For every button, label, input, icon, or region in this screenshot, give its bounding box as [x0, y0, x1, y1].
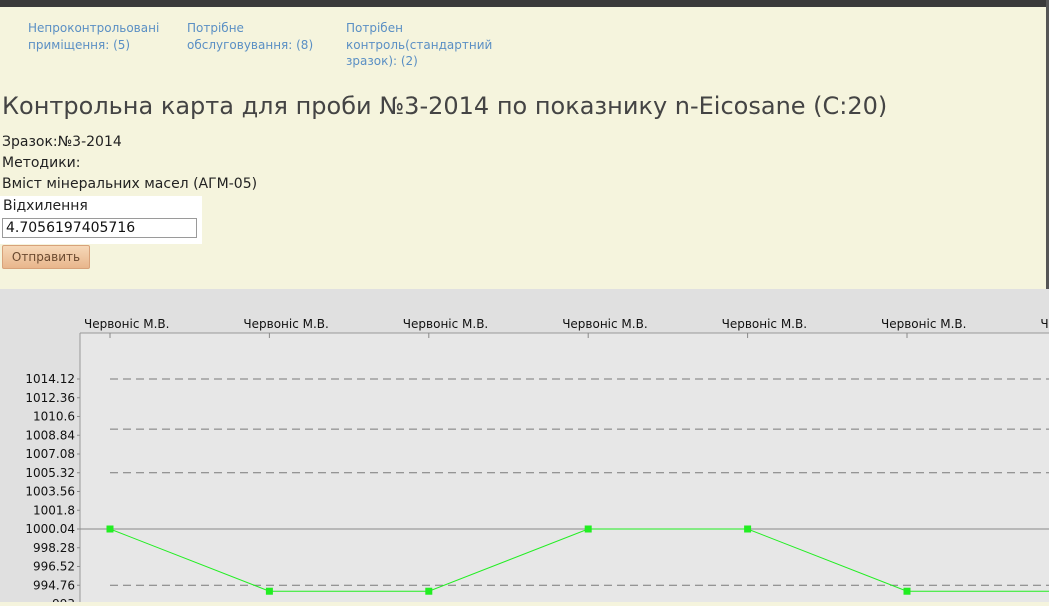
nav-link-line: приміщення: (5) — [28, 37, 131, 52]
x-category-label: Червоніс М.В. — [84, 317, 169, 331]
control-chart-svg: 1014.12 1012.36 1010.6 1008.84 1007.08 1005.3… — [25, 317, 1049, 606]
nav-link-standard-control[interactable]: Потрібен контроль(стандартний зразок): (… — [346, 20, 492, 70]
nav-link-line: Непроконтрольовані — [28, 21, 160, 35]
x-category-label: Червоніс М.В. — [562, 317, 647, 331]
control-chart: 1014.12 1012.36 1010.6 1008.84 1007.08 1005.3… — [0, 289, 1049, 606]
deviation-input[interactable] — [2, 218, 197, 238]
deviation-label: Відхилення — [3, 198, 88, 214]
y-tick-label: 993 — [52, 597, 75, 602]
y-tick-label: 1005.32 — [25, 466, 75, 480]
submit-button[interactable]: Отправить — [2, 245, 90, 269]
y-tick-label: 1014.12 — [25, 372, 75, 386]
deviation-form: Відхилення — [0, 196, 202, 244]
nav-link-line: контроль(стандартний — [346, 37, 493, 52]
x-category-label: Червоніс М.В. — [881, 317, 966, 331]
data-point — [584, 525, 592, 533]
y-tick-label: 1010.6 — [33, 410, 75, 424]
methods-label: Методики: — [2, 155, 81, 171]
nav-link-line: Потрібне — [187, 21, 244, 35]
nav-link-line: обслуговування: (8) — [187, 37, 314, 52]
y-tick-label: 994.76 — [33, 578, 75, 592]
page-title: Контрольна карта для проби №3-2014 по по… — [2, 92, 888, 120]
data-point — [744, 525, 752, 533]
top-bar — [0, 0, 1049, 7]
data-point — [903, 587, 911, 595]
nav-link-uncontrolled-rooms[interactable]: Непроконтрольовані приміщення: (5) — [28, 20, 159, 53]
y-tick-label: 1008.84 — [25, 428, 75, 442]
y-tick-label: 996.52 — [33, 560, 75, 574]
x-category-label: Червоніс М.В. — [403, 317, 488, 331]
nav-link-line: зразок): (2) — [346, 54, 418, 68]
x-category-label: Червоніс М.В. — [243, 317, 328, 331]
x-category-label: Червоніс М.В. — [722, 317, 807, 331]
data-point — [106, 525, 114, 533]
y-tick-label: 1000.04 — [25, 522, 75, 536]
y-tick-label: 1007.08 — [25, 447, 75, 461]
sample-text: Зразок:№3-2014 — [2, 134, 122, 150]
y-tick-label: 998.28 — [33, 541, 75, 555]
data-point — [265, 587, 273, 595]
method-text: Вміст мінеральних масел (АГМ-05) — [2, 176, 258, 192]
nav-link-maintenance[interactable]: Потрібне обслуговування: (8) — [187, 20, 313, 53]
plot-background — [80, 333, 1049, 602]
data-point — [425, 587, 433, 595]
nav-link-line: Потрібен — [346, 21, 403, 35]
y-tick-label: 1003.56 — [25, 485, 75, 499]
y-tick-label: 1001.8 — [33, 503, 75, 517]
y-tick-label: 1012.36 — [25, 391, 75, 405]
x-category-label: Червоніс М.В. — [1040, 317, 1049, 331]
